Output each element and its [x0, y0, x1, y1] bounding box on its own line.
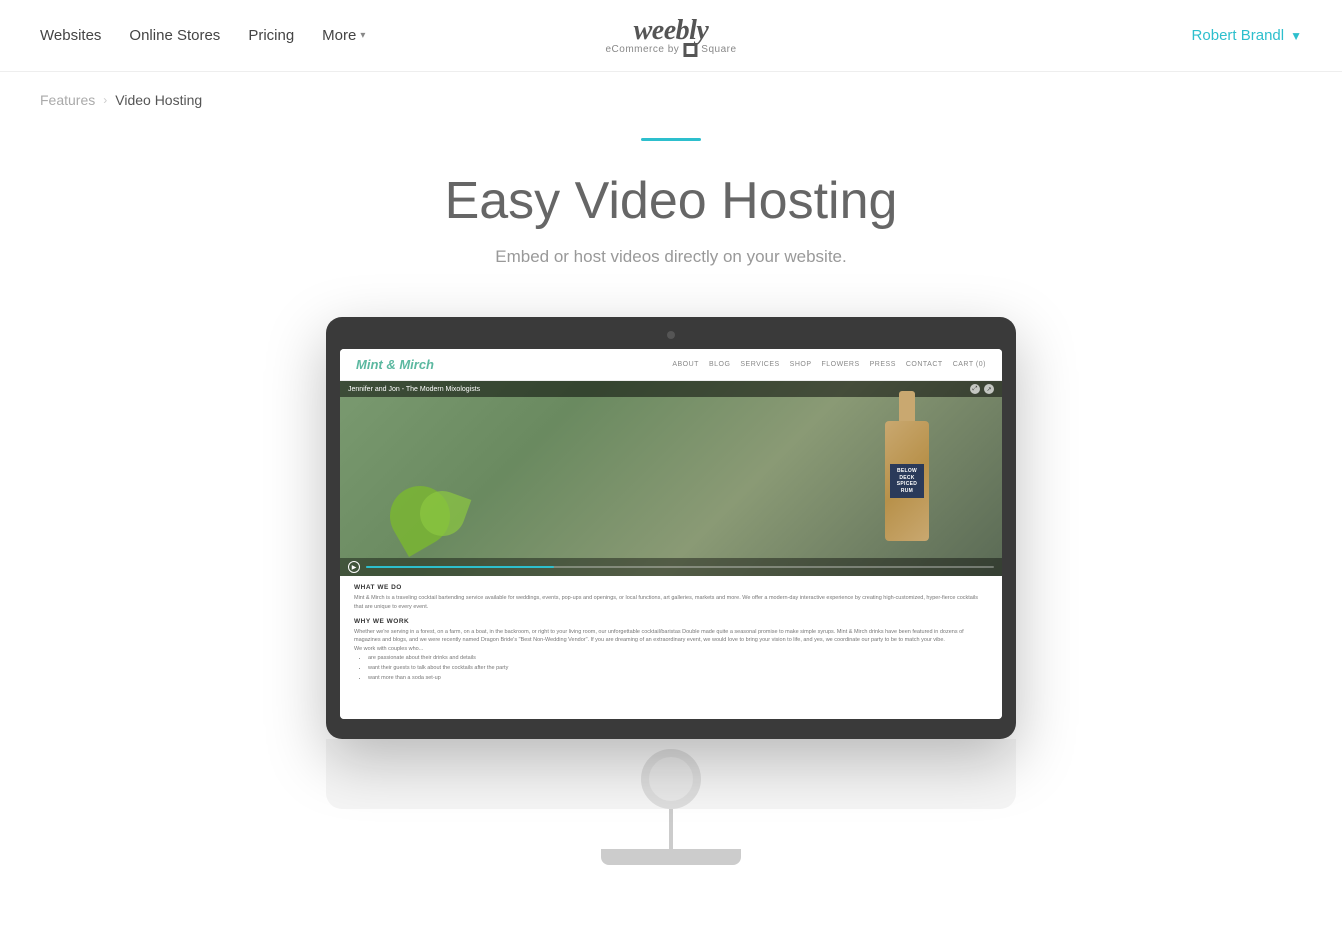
- monitor-screen: Mint & Mirch ABOUT BLOG SERVICES SHOP FL…: [340, 349, 1002, 719]
- preview-why-we-work-body: Whether we're serving in a forest, on a …: [354, 628, 988, 646]
- monitor-mockup: Mint & Mirch ABOUT BLOG SERVICES SHOP FL…: [321, 317, 1021, 865]
- page-title: Easy Video Hosting: [445, 171, 898, 231]
- nav-pricing[interactable]: Pricing: [248, 27, 294, 44]
- monitor-bottom-bezel: [340, 719, 1002, 739]
- preview-video-bottom-controls: ▶: [340, 558, 1002, 576]
- preview-nav: Mint & Mirch ABOUT BLOG SERVICES SHOP FL…: [340, 349, 1002, 381]
- nav-websites[interactable]: Websites: [40, 27, 101, 44]
- preview-why-we-work-title: WHY WE WORK: [354, 618, 988, 625]
- page-subtitle: Embed or host videos directly on your we…: [495, 247, 847, 267]
- preview-video-top-controls: ⤢ ↗: [970, 384, 994, 394]
- preview-video-title-text: Jennifer and Jon - The Modern Mixologist…: [348, 386, 480, 393]
- preview-play-button: ▶: [348, 561, 360, 573]
- preview-site-logo: Mint & Mirch: [356, 357, 434, 372]
- user-menu[interactable]: Robert Brandl ▼: [1192, 27, 1302, 44]
- monitor-foot-circle: [641, 749, 701, 809]
- list-item: want more than a soda set-up: [368, 674, 988, 684]
- preview-share-icon: ↗: [984, 384, 994, 394]
- accent-line: [641, 138, 701, 141]
- website-preview: Mint & Mirch ABOUT BLOG SERVICES SHOP FL…: [340, 349, 1002, 719]
- monitor-camera: [667, 331, 675, 339]
- breadcrumb-features-link[interactable]: Features: [40, 92, 95, 108]
- preview-bullets-list: are passionate about their drinks and de…: [354, 654, 988, 684]
- breadcrumb: Features › Video Hosting: [0, 72, 1342, 108]
- nav-online-stores[interactable]: Online Stores: [129, 27, 220, 44]
- bottle-body: BELOWDECKSPICEDRUM: [885, 421, 929, 541]
- breadcrumb-separator: ›: [103, 93, 107, 107]
- preview-nav-links: ABOUT BLOG SERVICES SHOP FLOWERS PRESS C…: [672, 361, 986, 368]
- stand-base: [601, 849, 741, 865]
- breadcrumb-current: Video Hosting: [115, 92, 202, 108]
- monitor-stand: [326, 739, 1016, 865]
- preview-fullscreen-icon: ⤢: [970, 384, 980, 394]
- bottle-neck: [899, 391, 915, 421]
- preview-what-we-do-title: WHAT WE DO: [354, 584, 988, 591]
- more-chevron-icon: ▾: [360, 30, 365, 41]
- preview-work-with-text: We work with couples who...: [354, 645, 988, 654]
- main-content: Easy Video Hosting Embed or host videos …: [0, 108, 1342, 905]
- bottle-label: BELOWDECKSPICEDRUM: [890, 464, 924, 498]
- list-item: are passionate about their drinks and de…: [368, 654, 988, 664]
- list-item: want their guests to talk about the cock…: [368, 664, 988, 674]
- preview-progress-bar: [366, 566, 994, 568]
- logo[interactable]: weebly eCommerce by Square: [605, 15, 736, 57]
- main-nav: Websites Online Stores Pricing More ▾: [40, 27, 365, 44]
- square-icon: [683, 43, 697, 57]
- stand-neck: [669, 809, 673, 849]
- bottle-decoration: BELOWDECKSPICEDRUM: [882, 391, 932, 551]
- logo-sub: eCommerce by Square: [605, 43, 736, 57]
- user-chevron-icon: ▼: [1290, 29, 1302, 43]
- header: Websites Online Stores Pricing More ▾ we…: [0, 0, 1342, 72]
- monitor-base-section: [326, 739, 1016, 809]
- preview-text-section: WHAT WE DO Mint & Mirch is a traveling c…: [340, 576, 1002, 692]
- nav-more-button[interactable]: More ▾: [322, 27, 365, 44]
- preview-video-area: Jennifer and Jon - The Modern Mixologist…: [340, 381, 1002, 576]
- preview-progress-fill: [366, 566, 554, 568]
- preview-what-we-do-body: Mint & Mirch is a traveling cocktail bar…: [354, 594, 988, 612]
- monitor-outer: Mint & Mirch ABOUT BLOG SERVICES SHOP FL…: [326, 317, 1016, 739]
- user-name: Robert Brandl: [1192, 27, 1285, 44]
